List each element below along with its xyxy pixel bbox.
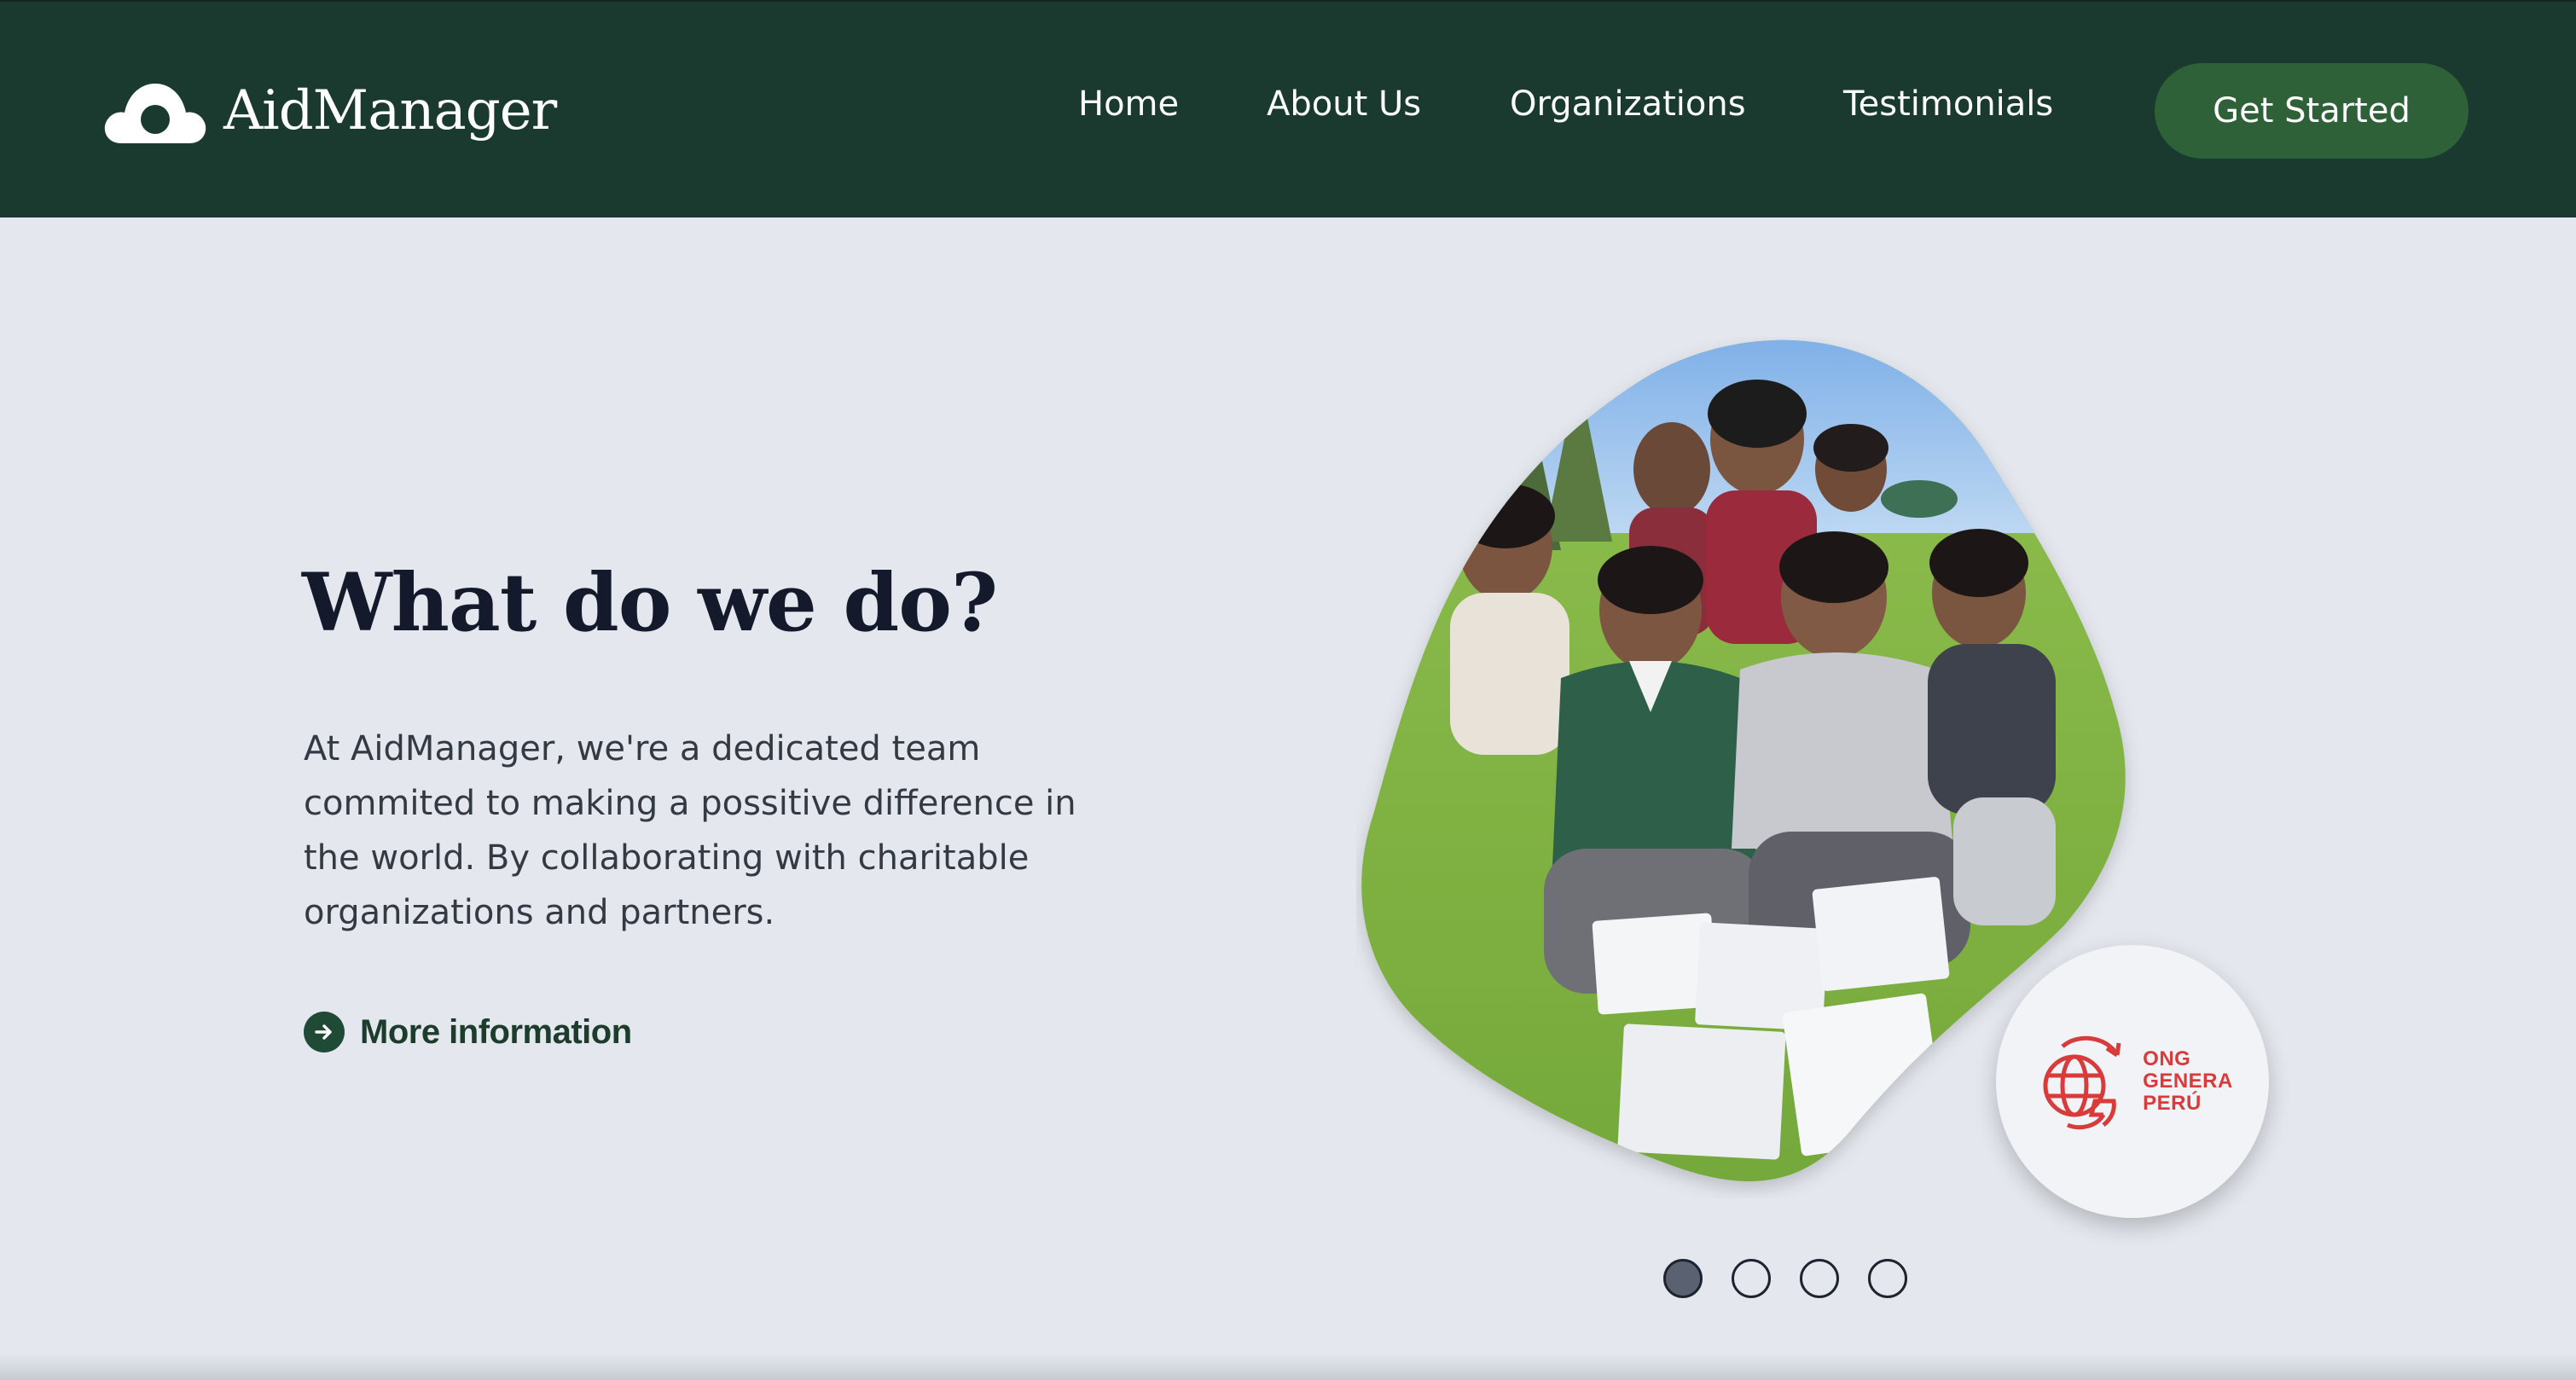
arrow-right-circle-icon bbox=[304, 1012, 345, 1052]
more-information-link[interactable]: More information bbox=[304, 1012, 632, 1052]
partner-logo-badge: ONG GENERA PERÚ bbox=[1996, 945, 2269, 1218]
brand-name: AidManager bbox=[223, 79, 557, 142]
get-started-button[interactable]: Get Started bbox=[2155, 63, 2469, 159]
more-information-label: More information bbox=[360, 1012, 632, 1051]
partner-name-line1: ONG bbox=[2143, 1047, 2191, 1070]
section-divider-shadow bbox=[0, 1354, 2576, 1380]
nav-about-link[interactable]: About Us bbox=[1267, 87, 1421, 121]
partner-name-line3: PERÚ bbox=[2143, 1092, 2202, 1115]
carousel-dot-3[interactable] bbox=[1800, 1259, 1839, 1298]
brand-logo-link[interactable]: AidManager bbox=[102, 73, 557, 148]
carousel-dot-1[interactable] bbox=[1663, 1259, 1703, 1298]
globe-logo-icon bbox=[2043, 1035, 2121, 1130]
partner-name: ONG GENERA PERÚ bbox=[2143, 1048, 2233, 1115]
carousel-dot-2[interactable] bbox=[1732, 1259, 1771, 1298]
hero-description: At AidManager, we're a dedicated team co… bbox=[304, 729, 1076, 932]
cloud-logo-icon bbox=[104, 84, 206, 143]
carousel-dot-4[interactable] bbox=[1868, 1259, 1907, 1298]
carousel-pagination bbox=[1663, 1259, 1936, 1298]
top-navbar: AidManager Home About Us Organizations T… bbox=[0, 0, 2576, 217]
nav-organizations-link[interactable]: Organizations bbox=[1510, 87, 1746, 121]
nav-testimonials-link[interactable]: Testimonials bbox=[1843, 87, 2053, 121]
nav-home-link[interactable]: Home bbox=[1078, 87, 1179, 121]
hero-title: What do we do? bbox=[302, 556, 998, 650]
partner-name-line2: GENERA bbox=[2143, 1070, 2233, 1093]
